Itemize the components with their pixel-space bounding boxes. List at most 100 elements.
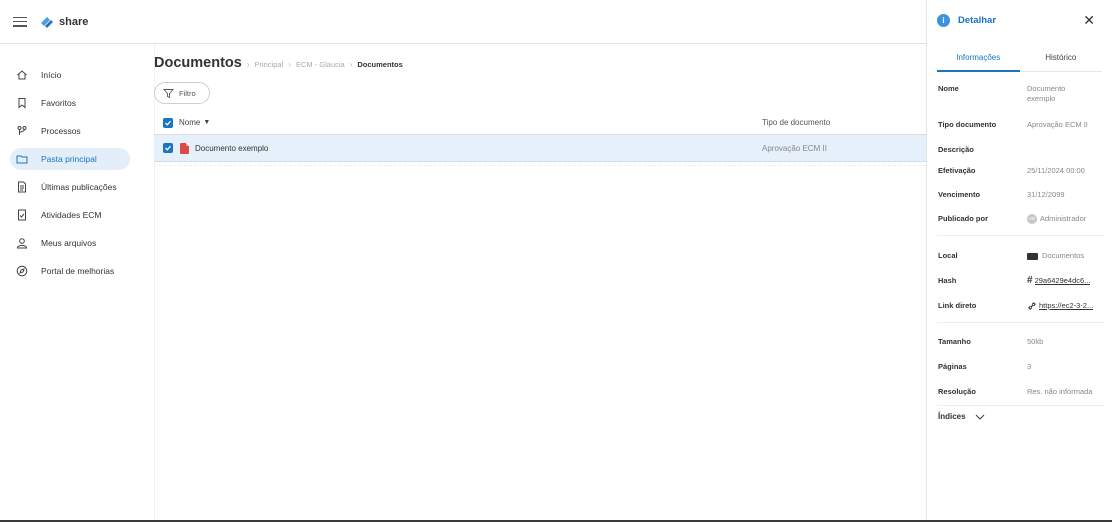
pdf-file-icon xyxy=(180,142,189,154)
sidebar-item-pasta-principal[interactable]: Pasta principal xyxy=(10,148,130,170)
prop-label: Tipo documento xyxy=(938,120,997,129)
divider xyxy=(937,405,1105,406)
table-row[interactable]: Documento exemplo Aprovação ECM II xyxy=(154,135,926,162)
compass-icon xyxy=(16,265,28,277)
sidebar-item-atividades-ecm[interactable]: Atividades ECM xyxy=(10,204,130,226)
top-bar: share xyxy=(0,0,926,44)
documents-table: Nome ▼ Tipo de documento Documento exemp… xyxy=(154,111,926,166)
avatar: AD xyxy=(1027,214,1037,225)
share-logo-icon xyxy=(41,16,53,28)
prop-value: Aprovação ECM II xyxy=(1027,120,1088,129)
prop-value-wrap: Documentos xyxy=(1027,251,1105,261)
prop-value-wrap: https://ec2-3-2... xyxy=(1027,301,1105,311)
prop-label: Publicado por xyxy=(938,214,989,223)
breadcrumb-item[interactable]: ECM - Glaucia xyxy=(296,60,345,69)
row-divider xyxy=(154,165,926,166)
prop-label: Hash xyxy=(938,276,957,285)
indices-toggle[interactable]: Índices xyxy=(938,412,985,421)
sidebar-item-inicio[interactable]: Início xyxy=(10,64,130,86)
prop-value: Res. não informada xyxy=(1027,387,1093,396)
folder-icon xyxy=(1027,252,1038,260)
file-name[interactable]: Documento exemplo xyxy=(195,144,268,153)
tab-historico[interactable]: Histórico xyxy=(1020,48,1103,71)
main-content: Documentos › Principal › ECM - Glaucia ›… xyxy=(154,44,926,520)
logo-text: share xyxy=(59,15,89,28)
column-header-label: Nome xyxy=(179,118,201,127)
prop-value: 50kb xyxy=(1027,337,1044,346)
prop-label: Tamanho xyxy=(938,337,971,346)
sidebar-item-portal-de-melhorias[interactable]: Portal de melhorias xyxy=(10,260,130,282)
details-panel: i Detalhar ✕ Informações Histórico Nome … xyxy=(926,0,1112,520)
sidebar-item-label: Favoritos xyxy=(41,98,76,108)
row-checkbox[interactable] xyxy=(163,143,173,153)
filter-button[interactable]: Filtro xyxy=(154,82,210,104)
location-name[interactable]: Documentos xyxy=(1042,251,1084,260)
title-row: Documentos › Principal › ECM - Glaucia ›… xyxy=(154,55,403,71)
prop-label: Link direto xyxy=(938,301,977,310)
document-icon xyxy=(16,181,28,193)
breadcrumb-item[interactable]: Principal xyxy=(255,60,284,69)
prop-label: Efetivação xyxy=(938,166,976,175)
prop-label: Nome xyxy=(938,84,959,93)
prop-label: Descrição xyxy=(938,145,974,154)
publisher-name: Administrador xyxy=(1040,214,1087,223)
sidebar-item-ultimas-publicacoes[interactable]: Últimas publicações xyxy=(10,176,130,198)
prop-value: Documento exemplo xyxy=(1027,84,1066,103)
chevron-right-icon: › xyxy=(349,60,353,69)
prop-label: Resolução xyxy=(938,387,976,396)
table-header: Nome ▼ Tipo de documento xyxy=(154,111,926,135)
row-name-cell: Documento exemplo xyxy=(163,142,268,154)
filter-icon xyxy=(163,88,174,98)
user-icon xyxy=(16,237,28,249)
prop-value-wrap: AD Administrador xyxy=(1027,214,1105,225)
sidebar-item-label: Pasta principal xyxy=(41,154,97,164)
prop-label: Páginas xyxy=(938,362,967,371)
prop-value: 25/11/2024 00:00 xyxy=(1027,166,1085,175)
sidebar-item-label: Meus arquivos xyxy=(41,238,97,248)
filter-label: Filtro xyxy=(179,88,196,98)
prop-label: Vencimento xyxy=(938,190,981,199)
divider xyxy=(937,235,1105,236)
sidebar-item-label: Atividades ECM xyxy=(41,210,102,220)
sidebar-item-label: Processos xyxy=(41,126,81,136)
workflow-icon xyxy=(16,125,28,137)
panel-header: i Detalhar ✕ xyxy=(927,0,1112,40)
menu-icon[interactable] xyxy=(13,16,27,27)
prop-value: 3 xyxy=(1027,362,1032,371)
info-icon: i xyxy=(937,13,950,27)
sidebar-item-label: Portal de melhorias xyxy=(41,266,115,276)
app-logo[interactable]: share xyxy=(39,14,88,30)
direct-link[interactable]: https://ec2-3-2... xyxy=(1039,301,1093,311)
indices-label: Índices xyxy=(938,412,966,421)
column-header-name[interactable]: Nome ▼ xyxy=(163,117,210,128)
chevron-right-icon: › xyxy=(246,60,250,69)
task-check-icon xyxy=(16,209,28,221)
chevron-down-icon xyxy=(975,414,984,420)
select-all-checkbox[interactable] xyxy=(163,117,173,128)
chevron-right-icon: › xyxy=(288,60,291,69)
sidebar: Início Favoritos Processos Pasta princip… xyxy=(0,44,140,520)
sidebar-item-label: Início xyxy=(41,70,62,80)
prop-value: 31/12/2099 xyxy=(1027,190,1065,199)
panel-title: Detalhar xyxy=(958,14,997,26)
prop-value-wrap: #29a6429e4dc6... xyxy=(1027,276,1105,286)
sidebar-item-processos[interactable]: Processos xyxy=(10,120,130,142)
sidebar-item-meus-arquivos[interactable]: Meus arquivos xyxy=(10,232,130,254)
hash-value[interactable]: 29a6429e4dc6... xyxy=(1035,276,1091,286)
column-header-type[interactable]: Tipo de documento xyxy=(762,118,830,127)
prop-label: Local xyxy=(938,251,958,260)
sidebar-item-favoritos[interactable]: Favoritos xyxy=(10,92,130,114)
hash-icon: # xyxy=(1027,275,1033,287)
file-type: Aprovação ECM II xyxy=(762,143,827,153)
app-window: share Início Favoritos Processos Pasta p… xyxy=(0,0,1112,522)
panel-tabs: Informações Histórico xyxy=(937,48,1102,72)
folder-icon xyxy=(16,153,28,165)
home-icon xyxy=(16,69,28,81)
close-icon[interactable]: ✕ xyxy=(1083,13,1095,27)
tab-informacoes[interactable]: Informações xyxy=(937,48,1020,72)
breadcrumb-current: Documentos xyxy=(357,60,403,69)
divider xyxy=(937,322,1105,323)
page-title: Documentos xyxy=(154,55,242,71)
bookmark-icon xyxy=(16,97,28,109)
sort-down-icon[interactable]: ▼ xyxy=(203,119,210,126)
